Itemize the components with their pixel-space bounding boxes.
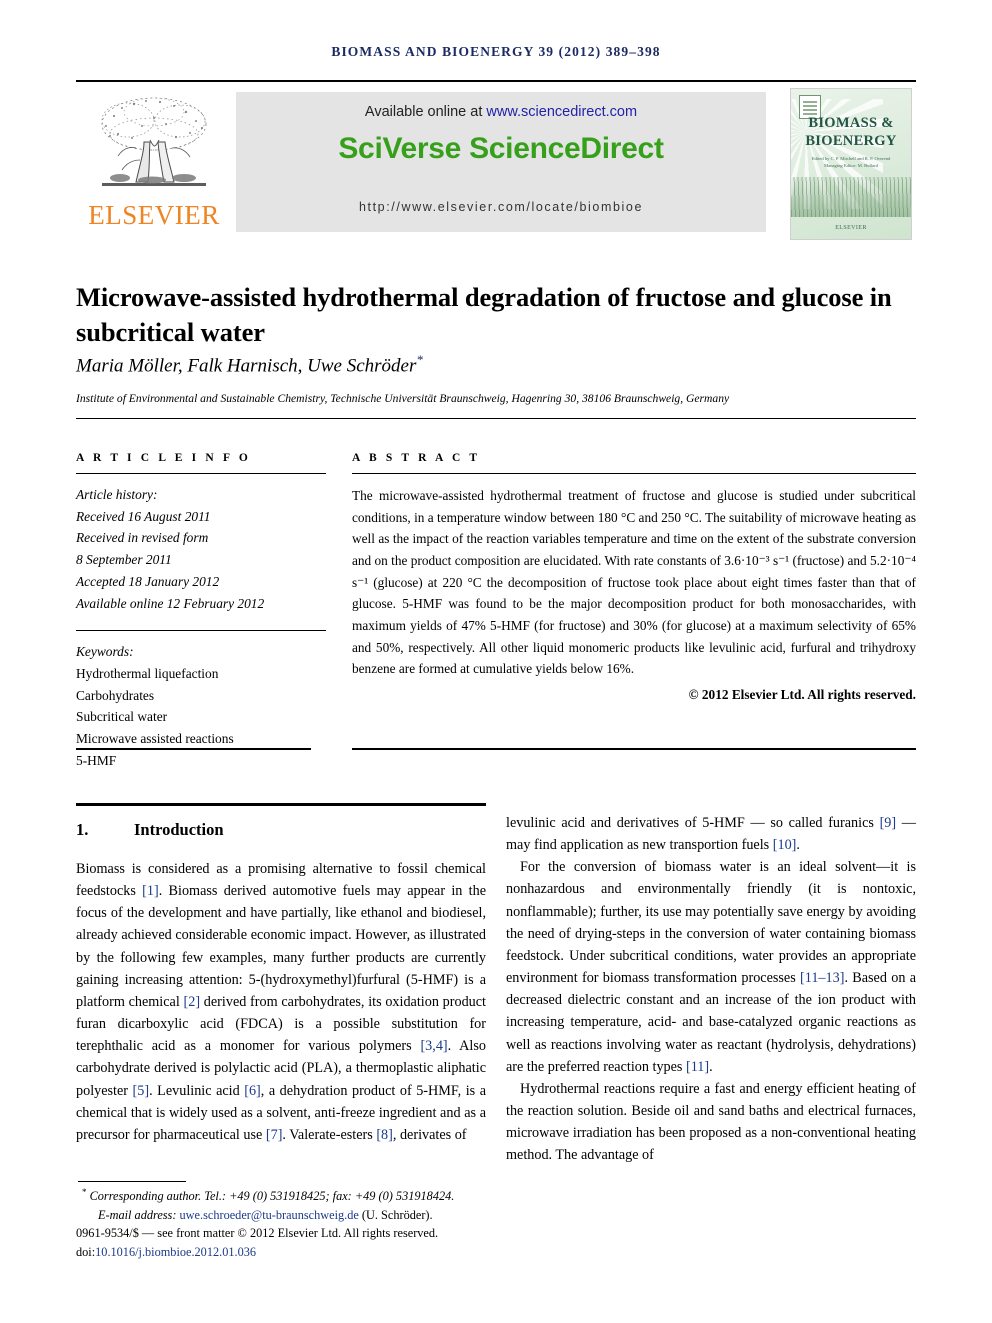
cover-landscape-graphic xyxy=(791,177,911,217)
running-head: BIOMASS AND BIOENERGY 39 (2012) 389–398 xyxy=(331,44,661,59)
available-online-line: Available online at www.sciencedirect.co… xyxy=(236,104,766,120)
abstract-text: The microwave-assisted hydrothermal trea… xyxy=(352,488,916,677)
cover-title-line1: BIOMASS & xyxy=(808,115,894,131)
page-title: Microwave-assisted hydrothermal degradat… xyxy=(76,281,892,347)
section-number: 1. xyxy=(76,820,89,839)
history-item: Received 16 August 2011 xyxy=(76,508,211,524)
email-owner: (U. Schröder). xyxy=(358,1207,433,1222)
keywords-label: Keywords: xyxy=(76,644,134,660)
article-info-bottom-rule xyxy=(76,748,311,750)
history-item: Available online 12 February 2012 xyxy=(76,595,265,611)
sciencedirect-banner: Available online at www.sciencedirect.co… xyxy=(236,92,766,232)
affiliation: Institute of Environmental and Sustainab… xyxy=(76,392,730,405)
history-item: 8 September 2011 xyxy=(76,552,172,568)
corresponding-author-note: * Corresponding author. Tel.: +49 (0) 53… xyxy=(76,1186,486,1206)
section-title: Introduction xyxy=(134,820,224,839)
doi-line: doi:10.1016/j.biombioe.2012.01.036 xyxy=(76,1243,486,1262)
cover-editor-line: Edited by C. P. Mitchell and R. P. Overe… xyxy=(811,156,891,169)
footnote-block: * Corresponding author. Tel.: +49 (0) 53… xyxy=(76,1186,486,1262)
front-matter-line: 0961-9534/$ — see front matter © 2012 El… xyxy=(76,1226,439,1241)
keywords-block: Keywords: Hydrothermal liquefaction Carb… xyxy=(76,641,326,771)
abstract-heading: A B S T R A C T xyxy=(352,452,481,464)
abstract-rule xyxy=(352,473,916,474)
footnote-divider xyxy=(78,1181,186,1182)
cover-title-line2: BIOENERGY xyxy=(805,132,897,149)
paragraph: Hydrothermal reactions require a fast an… xyxy=(506,1080,916,1164)
journal-homepage-url[interactable]: http://www.elsevier.com/locate/biombioe xyxy=(236,200,766,214)
paragraph: For the conversion of biomass water is a… xyxy=(506,859,916,1075)
paragraph: Biomass is considered as a promising alt… xyxy=(76,861,486,1143)
journal-cover-thumbnail: BIOMASS & BIOENERGY Edited by C. P. Mitc… xyxy=(790,88,912,240)
email-link[interactable]: uwe.schroeder@tu-braunschweig.de xyxy=(180,1208,359,1222)
abstract-bottom-rule xyxy=(352,748,916,750)
article-page: BIOMASS AND BIOENERGY 39 (2012) 389–398 xyxy=(0,0,992,1323)
available-online-prefix: Available online at xyxy=(364,104,487,120)
history-item: Received in revised form xyxy=(76,530,209,546)
elsevier-tree-icon xyxy=(101,97,207,186)
footnote-star-marker: * xyxy=(82,1187,87,1197)
article-history-block: Article history: Received 16 August 2011… xyxy=(76,484,326,614)
article-info-rule xyxy=(76,473,326,474)
doi-link[interactable]: 10.1016/j.biombioe.2012.01.036 xyxy=(95,1245,256,1259)
body-column-right: levulinic acid and derivatives of 5-HMF … xyxy=(506,812,916,1167)
section-heading-introduction: 1. Introduction xyxy=(76,820,486,840)
corresponding-author-text: Corresponding author. Tel.: +49 (0) 5319… xyxy=(89,1189,455,1204)
keyword-item: Carbohydrates xyxy=(76,687,155,703)
elsevier-wordmark: ELSEVIER xyxy=(88,200,220,230)
doi-label: doi: xyxy=(76,1245,96,1260)
keywords-rule xyxy=(76,630,326,632)
elsevier-logo: ELSEVIER xyxy=(84,90,224,238)
author-names: Maria Möller, Falk Harnisch, Uwe Schröde… xyxy=(76,355,417,377)
paragraph: levulinic acid and derivatives of 5-HMF … xyxy=(506,815,916,854)
keyword-item: 5-HMF xyxy=(76,752,117,768)
keyword-item: Microwave assisted reactions xyxy=(76,731,234,747)
history-item: Accepted 18 January 2012 xyxy=(76,573,220,589)
cover-journal-title: BIOMASS & BIOENERGY xyxy=(791,115,911,150)
keyword-item: Hydrothermal liquefaction xyxy=(76,665,219,681)
masthead: ELSEVIER Available online at www.science… xyxy=(76,84,916,240)
cover-publisher-name: ELSEVIER xyxy=(835,225,867,231)
keyword-item: Subcritical water xyxy=(76,709,168,725)
abstract-column: A B S T R A C T The microwave-assisted h… xyxy=(352,452,916,703)
article-history-label: Article history: xyxy=(76,487,158,502)
email-label: E-mail address: xyxy=(98,1207,180,1222)
header-divider xyxy=(76,80,916,82)
abstract-copyright: © 2012 Elsevier Ltd. All rights reserved… xyxy=(688,687,916,703)
affiliation-divider xyxy=(76,418,916,419)
email-line: E-mail address: uwe.schroeder@tu-braunsc… xyxy=(76,1206,486,1225)
author-list: Maria Möller, Falk Harnisch, Uwe Schröde… xyxy=(76,352,906,377)
corresponding-author-marker: * xyxy=(416,352,423,367)
article-info-column: A R T I C L E I N F O Article history: R… xyxy=(76,452,326,771)
sciverse-sciencedirect-logo: SciVerse ScienceDirect xyxy=(338,132,664,165)
sciencedirect-link[interactable]: www.sciencedirect.com xyxy=(486,104,637,120)
body-column-left: 1. Introduction Biomass is considered as … xyxy=(76,812,486,1146)
introduction-top-rule xyxy=(76,803,486,806)
article-info-heading: A R T I C L E I N F O xyxy=(76,452,251,464)
